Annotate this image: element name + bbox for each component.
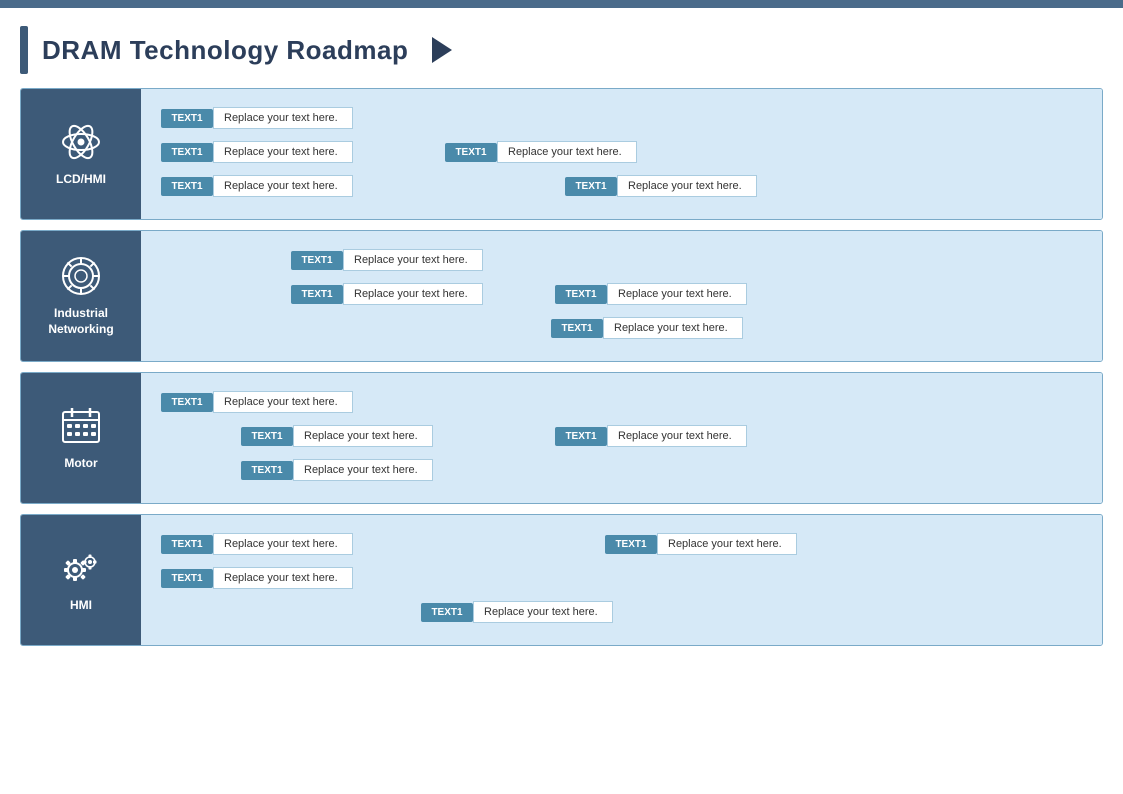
lens-icon: [59, 254, 103, 298]
text-value: Replace your text here.: [343, 249, 483, 271]
row-content-hmi: TEXT1 Replace your text here. TEXT1 Repl…: [141, 515, 1102, 645]
row-content-industrial: TEXT1 Replace your text here. TEXT1 Repl…: [141, 231, 1102, 361]
items-row-3: TEXT1 Replace your text here.: [155, 597, 1088, 627]
main-content: LCD/HMI TEXT1 Replace your text here. TE…: [0, 84, 1123, 656]
text-value: Replace your text here.: [293, 425, 433, 447]
badge: TEXT1: [241, 427, 293, 446]
text-value: Replace your text here.: [473, 601, 613, 623]
badge: TEXT1: [161, 569, 213, 588]
badge: TEXT1: [161, 109, 213, 128]
row-label-lcd-hmi: LCD/HMI: [21, 89, 141, 219]
list-item: TEXT1 Replace your text here.: [555, 425, 747, 447]
text-value: Replace your text here.: [213, 567, 353, 589]
list-item: TEXT1 Replace your text here.: [565, 175, 757, 197]
page-title: DRAM Technology Roadmap: [42, 35, 408, 66]
badge: TEXT1: [291, 251, 343, 270]
text-value: Replace your text here.: [607, 425, 747, 447]
items-row-1: TEXT1 Replace your text here.: [155, 103, 1088, 133]
top-bar: [0, 0, 1123, 8]
calendar-icon: [59, 404, 103, 448]
header: DRAM Technology Roadmap: [0, 8, 1123, 84]
items-row-3: TEXT1 Replace your text here. TEXT1 Repl…: [155, 171, 1088, 201]
items-row-1: TEXT1 Replace your text here.: [155, 387, 1088, 417]
text-value: Replace your text here.: [213, 107, 353, 129]
badge: TEXT1: [551, 319, 603, 338]
list-item: TEXT1 Replace your text here.: [161, 141, 353, 163]
text-value: Replace your text here.: [603, 317, 743, 339]
text-value: Replace your text here.: [607, 283, 747, 305]
header-accent: [20, 26, 28, 74]
list-item: TEXT1 Replace your text here.: [291, 249, 483, 271]
list-item: TEXT1 Replace your text here.: [555, 283, 747, 305]
items-row-3: TEXT1 Replace your text here.: [155, 455, 1088, 485]
badge: TEXT1: [291, 285, 343, 304]
items-row-1: TEXT1 Replace your text here. TEXT1 Repl…: [155, 529, 1088, 559]
list-item: TEXT1 Replace your text here.: [551, 317, 743, 339]
list-item: TEXT1 Replace your text here.: [161, 391, 353, 413]
list-item: TEXT1 Replace your text here.: [421, 601, 613, 623]
badge: TEXT1: [161, 177, 213, 196]
row-label-text-lcd-hmi: LCD/HMI: [56, 172, 106, 188]
list-item: TEXT1 Replace your text here.: [161, 567, 353, 589]
row-hmi: HMI TEXT1 Replace your text here. TEXT1 …: [20, 514, 1103, 646]
text-value: Replace your text here.: [657, 533, 797, 555]
badge: TEXT1: [161, 143, 213, 162]
text-value: Replace your text here.: [213, 533, 353, 555]
text-value: Replace your text here.: [293, 459, 433, 481]
text-value: Replace your text here.: [213, 141, 353, 163]
row-content-motor: TEXT1 Replace your text here. TEXT1 Repl…: [141, 373, 1102, 503]
items-row-2: TEXT1 Replace your text here. TEXT1 Repl…: [155, 421, 1088, 451]
badge: TEXT1: [161, 393, 213, 412]
badge: TEXT1: [421, 603, 473, 622]
text-value: Replace your text here.: [497, 141, 637, 163]
list-item: TEXT1 Replace your text here.: [605, 533, 797, 555]
badge: TEXT1: [555, 427, 607, 446]
badge: TEXT1: [161, 535, 213, 554]
row-lcd-hmi: LCD/HMI TEXT1 Replace your text here. TE…: [20, 88, 1103, 220]
list-item: TEXT1 Replace your text here.: [291, 283, 483, 305]
row-label-text-industrial: IndustrialNetworking: [48, 306, 113, 337]
header-arrow-icon: [432, 37, 452, 63]
row-label-text-hmi: HMI: [70, 598, 92, 614]
atom-icon: [59, 120, 103, 164]
text-value: Replace your text here.: [213, 391, 353, 413]
gears-icon: [59, 546, 103, 590]
list-item: TEXT1 Replace your text here.: [241, 459, 433, 481]
list-item: TEXT1 Replace your text here.: [161, 107, 353, 129]
row-label-industrial: IndustrialNetworking: [21, 231, 141, 361]
page: DRAM Technology Roadmap LCD/HMI T: [0, 0, 1123, 794]
badge: TEXT1: [555, 285, 607, 304]
row-label-motor: Motor: [21, 373, 141, 503]
row-label-hmi: HMI: [21, 515, 141, 645]
badge: TEXT1: [445, 143, 497, 162]
items-row-3: TEXT1 Replace your text here.: [155, 313, 1088, 343]
row-label-text-motor: Motor: [64, 456, 97, 472]
row-content-lcd-hmi: TEXT1 Replace your text here. TEXT1 Repl…: [141, 89, 1102, 219]
badge: TEXT1: [605, 535, 657, 554]
row-motor: Motor TEXT1 Replace your text here. TEXT…: [20, 372, 1103, 504]
badge: TEXT1: [565, 177, 617, 196]
badge: TEXT1: [241, 461, 293, 480]
items-row-1: TEXT1 Replace your text here.: [155, 245, 1088, 275]
row-industrial-networking: IndustrialNetworking TEXT1 Replace your …: [20, 230, 1103, 362]
list-item: TEXT1 Replace your text here.: [161, 175, 353, 197]
list-item: TEXT1 Replace your text here.: [161, 533, 353, 555]
items-row-2: TEXT1 Replace your text here.: [155, 563, 1088, 593]
list-item: TEXT1 Replace your text here.: [241, 425, 433, 447]
list-item: TEXT1 Replace your text here.: [445, 141, 637, 163]
items-row-2: TEXT1 Replace your text here. TEXT1 Repl…: [155, 279, 1088, 309]
items-row-2: TEXT1 Replace your text here. TEXT1 Repl…: [155, 137, 1088, 167]
text-value: Replace your text here.: [343, 283, 483, 305]
text-value: Replace your text here.: [617, 175, 757, 197]
text-value: Replace your text here.: [213, 175, 353, 197]
